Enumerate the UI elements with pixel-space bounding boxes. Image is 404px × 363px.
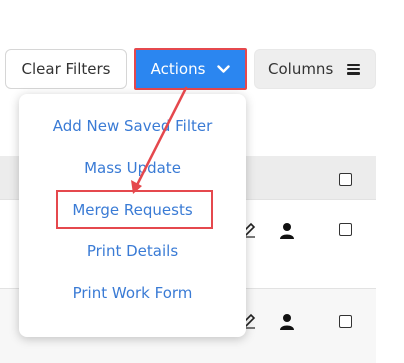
chevron-down-icon <box>217 64 231 73</box>
menu-item-print-work-form[interactable]: Print Work Form <box>19 281 246 305</box>
actions-label: Actions <box>150 60 206 78</box>
clear-filters-label: Clear Filters <box>21 60 111 78</box>
columns-button[interactable]: Columns <box>254 49 376 89</box>
highlight-box <box>56 190 213 229</box>
columns-label: Columns <box>268 60 334 78</box>
actions-button[interactable]: Actions <box>134 48 247 90</box>
select-all-checkbox[interactable] <box>339 173 352 186</box>
menu-item-print-details[interactable]: Print Details <box>19 239 246 263</box>
clear-filters-button[interactable]: Clear Filters <box>5 49 127 89</box>
row-checkbox[interactable] <box>339 223 352 236</box>
menu-item-add-new-saved-filter[interactable]: Add New Saved Filter <box>19 114 246 138</box>
person-icon[interactable] <box>279 222 295 240</box>
hamburger-menu-icon <box>347 63 361 75</box>
row-checkbox[interactable] <box>339 315 352 328</box>
menu-item-mass-update[interactable]: Mass Update <box>19 156 246 180</box>
person-icon[interactable] <box>279 313 295 331</box>
